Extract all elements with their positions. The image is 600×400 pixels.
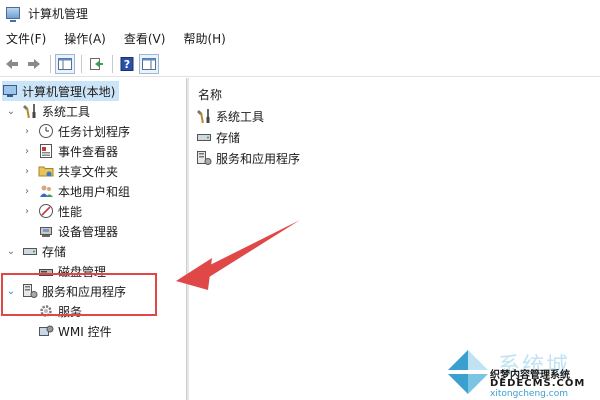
- toolbar-separator: [112, 54, 113, 73]
- tree-item-label: 设备管理器: [58, 224, 119, 239]
- tree-item-task-scheduler[interactable]: › 任务计划程序: [22, 121, 130, 141]
- computer-management-icon: [6, 7, 20, 22]
- services-applications-icon: [196, 150, 212, 166]
- storage-icon: [22, 243, 38, 259]
- collapse-chevron-icon[interactable]: ⌄: [6, 241, 16, 261]
- users-icon: [38, 183, 54, 199]
- expand-chevron-icon[interactable]: ›: [22, 201, 32, 221]
- expand-chevron-icon[interactable]: ›: [22, 121, 32, 141]
- event-viewer-icon: [38, 143, 54, 159]
- show-tree-icon: [58, 57, 72, 70]
- storage-icon: [196, 129, 212, 145]
- tree-item-local-users-groups[interactable]: › 本地用户和组: [22, 181, 130, 201]
- tree-item-system-tools[interactable]: ⌄ 系统工具: [6, 101, 90, 121]
- tools-icon: [196, 108, 212, 124]
- menu-help[interactable]: 帮助(H): [183, 30, 225, 47]
- export-list-button[interactable]: [86, 54, 106, 74]
- list-item-label: 存储: [216, 130, 241, 145]
- toolbar: ?: [0, 51, 600, 77]
- tools-icon: [22, 103, 38, 119]
- expand-chevron-icon[interactable]: ›: [22, 141, 32, 161]
- column-header-name[interactable]: 名称: [198, 86, 222, 103]
- tree-item-label: 任务计划程序: [58, 124, 131, 139]
- back-button[interactable]: [2, 54, 22, 74]
- toolbar-separator: [81, 54, 82, 73]
- watermark: 系统城 织梦内容管理系统 DEDECMS.COM xitongcheng.com: [440, 348, 600, 400]
- collapse-chevron-icon[interactable]: ⌄: [6, 101, 16, 121]
- tree-item-label: 本地用户和组: [58, 184, 131, 199]
- expand-chevron-icon[interactable]: ›: [22, 181, 32, 201]
- menu-action[interactable]: 操作(A): [64, 30, 106, 47]
- list-item-services-applications[interactable]: 服务和应用程序: [196, 148, 300, 168]
- tree-item-storage[interactable]: ⌄ 存储: [6, 241, 66, 261]
- watermark-line2: DEDECMS.COM: [490, 378, 586, 389]
- computer-management-icon: [2, 83, 18, 99]
- tree-item-label: 计算机管理(本地): [22, 84, 116, 99]
- menu-file[interactable]: 文件(F): [6, 30, 46, 47]
- wmi-control-icon: [38, 323, 54, 339]
- expand-chevron-icon[interactable]: ›: [22, 161, 32, 181]
- windows-logo-icon: [448, 350, 488, 394]
- export-list-icon: [90, 57, 103, 70]
- menu-bar: 文件(F) 操作(A) 查看(V) 帮助(H): [0, 28, 244, 48]
- tree-item-label: 存储: [42, 244, 67, 259]
- pane-splitter[interactable]: [186, 78, 189, 400]
- tree-item-event-viewer[interactable]: › 事件查看器: [22, 141, 118, 161]
- tree-item-label: 性能: [58, 204, 83, 219]
- window-title: 计算机管理: [28, 6, 89, 21]
- performance-icon: [38, 203, 54, 219]
- tree-item-label: 共享文件夹: [58, 164, 119, 179]
- tree-item-label: WMI 控件: [58, 324, 112, 339]
- tree-item-device-manager[interactable]: 设备管理器: [38, 221, 118, 241]
- show-hide-tree-button[interactable]: [55, 53, 75, 74]
- help-icon: ?: [120, 56, 134, 71]
- shared-folder-icon: [38, 163, 54, 179]
- clock-icon: [38, 123, 54, 139]
- watermark-url: xitongcheng.com: [490, 389, 568, 399]
- action-pane-icon: [142, 57, 156, 70]
- device-manager-icon: [38, 223, 54, 239]
- forward-arrow-icon: [28, 58, 40, 69]
- title-bar: 计算机管理: [0, 0, 600, 26]
- forward-button[interactable]: [24, 54, 44, 74]
- tree-item-label: 事件查看器: [58, 144, 119, 159]
- tree-item-performance[interactable]: › 性能: [22, 201, 82, 221]
- list-item-storage[interactable]: 存储: [196, 127, 240, 147]
- toolbar-separator: [50, 54, 51, 73]
- tree-item-shared-folders[interactable]: › 共享文件夹: [22, 161, 118, 181]
- help-button[interactable]: ?: [117, 54, 137, 74]
- action-pane-button[interactable]: [139, 53, 159, 74]
- annotation-highlight-box: [1, 273, 157, 316]
- list-item-system-tools[interactable]: 系统工具: [196, 106, 264, 126]
- tree-item-computer-management[interactable]: 计算机管理(本地): [2, 81, 120, 101]
- tree-item-label: 系统工具: [42, 104, 91, 119]
- list-item-label: 服务和应用程序: [216, 151, 301, 166]
- back-arrow-icon: [6, 58, 18, 69]
- svg-text:?: ?: [124, 58, 130, 71]
- navigation-tree: 计算机管理(本地) ⌄ 系统工具 › 任务计划程序 › 事件查看器 › 共享文件…: [0, 78, 186, 400]
- tree-item-wmi-control[interactable]: WMI 控件: [38, 321, 112, 341]
- list-item-label: 系统工具: [216, 109, 265, 124]
- menu-view[interactable]: 查看(V): [124, 30, 166, 47]
